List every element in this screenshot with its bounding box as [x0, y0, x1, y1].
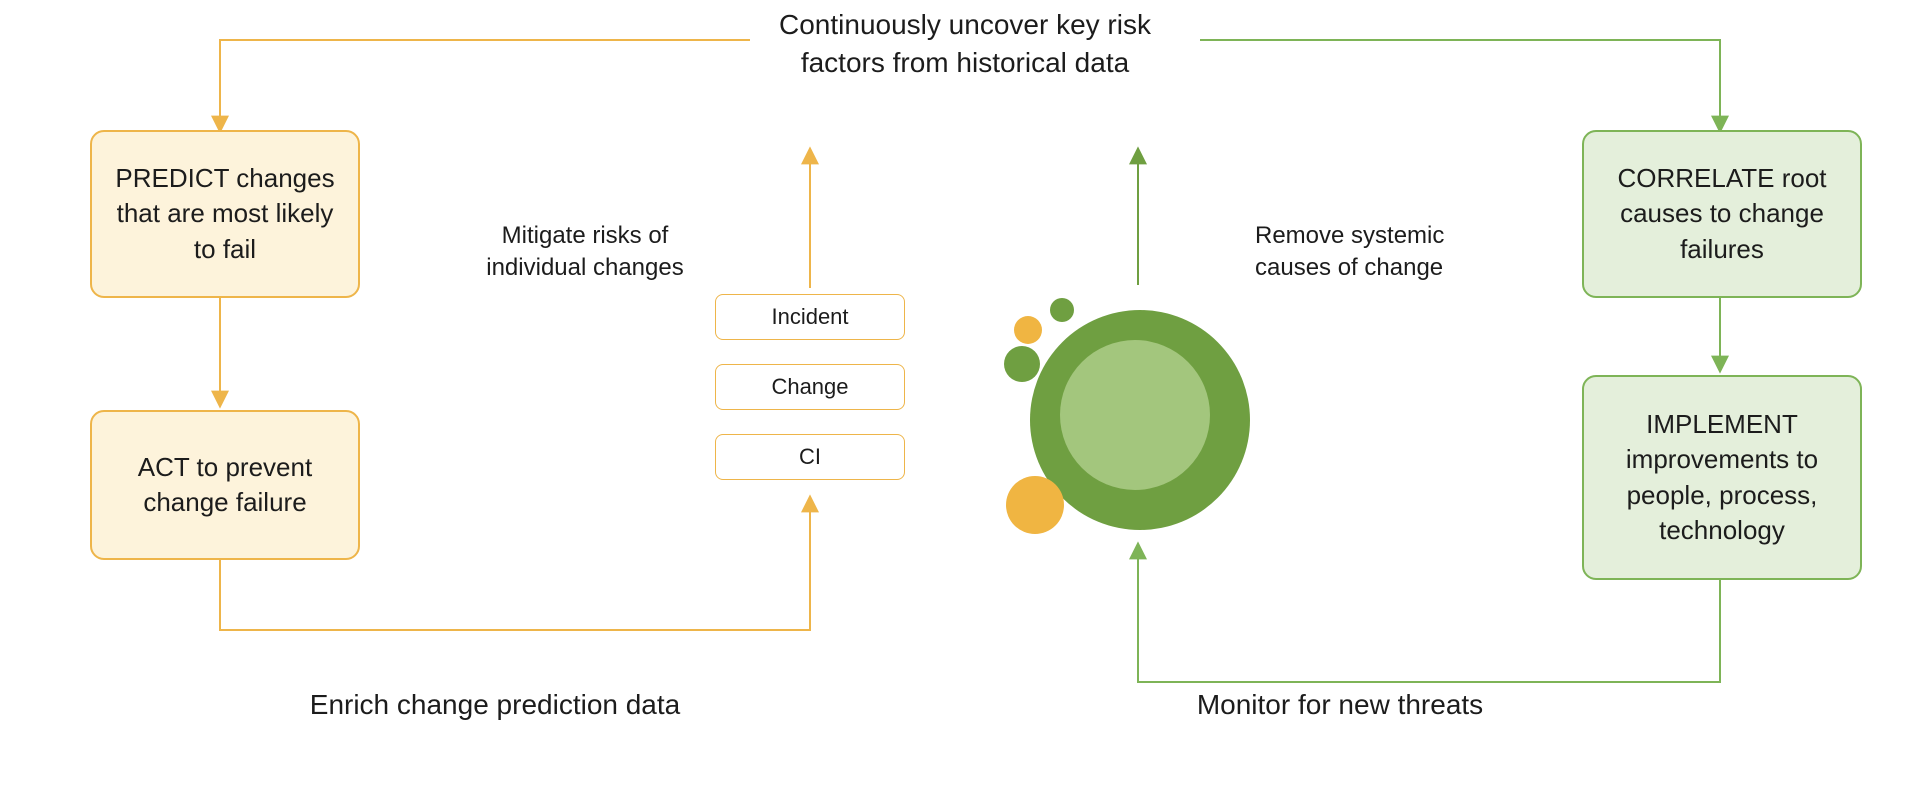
implement-text: IMPLEMENT improvements to people, proces…	[1604, 407, 1840, 547]
enrich-label: Enrich change prediction data	[280, 686, 710, 724]
top-label: Continuously uncover key risk factors fr…	[600, 6, 1330, 82]
circle-inner	[1060, 340, 1210, 490]
correlate-box: CORRELATE root causes to change failures	[1582, 130, 1862, 298]
stack-ci: CI	[715, 434, 905, 480]
circle-green-medium	[1004, 346, 1040, 382]
remove-systemic-label: Remove systemic causes of change	[1255, 220, 1505, 285]
correlate-text: CORRELATE root causes to change failures	[1604, 161, 1840, 266]
diagram-stage: Continuously uncover key risk factors fr…	[0, 0, 1928, 808]
circle-yellow-small	[1014, 316, 1042, 344]
implement-box: IMPLEMENT improvements to people, proces…	[1582, 375, 1862, 580]
stack-incident-text: Incident	[771, 304, 848, 330]
stack-change-text: Change	[771, 374, 848, 400]
predict-box: PREDICT changes that are most likely to …	[90, 130, 360, 298]
circle-yellow-big	[1006, 476, 1064, 534]
stack-incident: Incident	[715, 294, 905, 340]
mitigate-label: Mitigate risks of individual changes	[460, 220, 710, 285]
stack-change: Change	[715, 364, 905, 410]
monitor-label: Monitor for new threats	[1160, 686, 1520, 724]
circle-cluster-icon	[1000, 280, 1260, 540]
predict-text: PREDICT changes that are most likely to …	[112, 161, 338, 266]
circle-green-small	[1050, 298, 1074, 322]
act-text: ACT to prevent change failure	[112, 450, 338, 520]
stack-ci-text: CI	[799, 444, 821, 470]
act-box: ACT to prevent change failure	[90, 410, 360, 560]
